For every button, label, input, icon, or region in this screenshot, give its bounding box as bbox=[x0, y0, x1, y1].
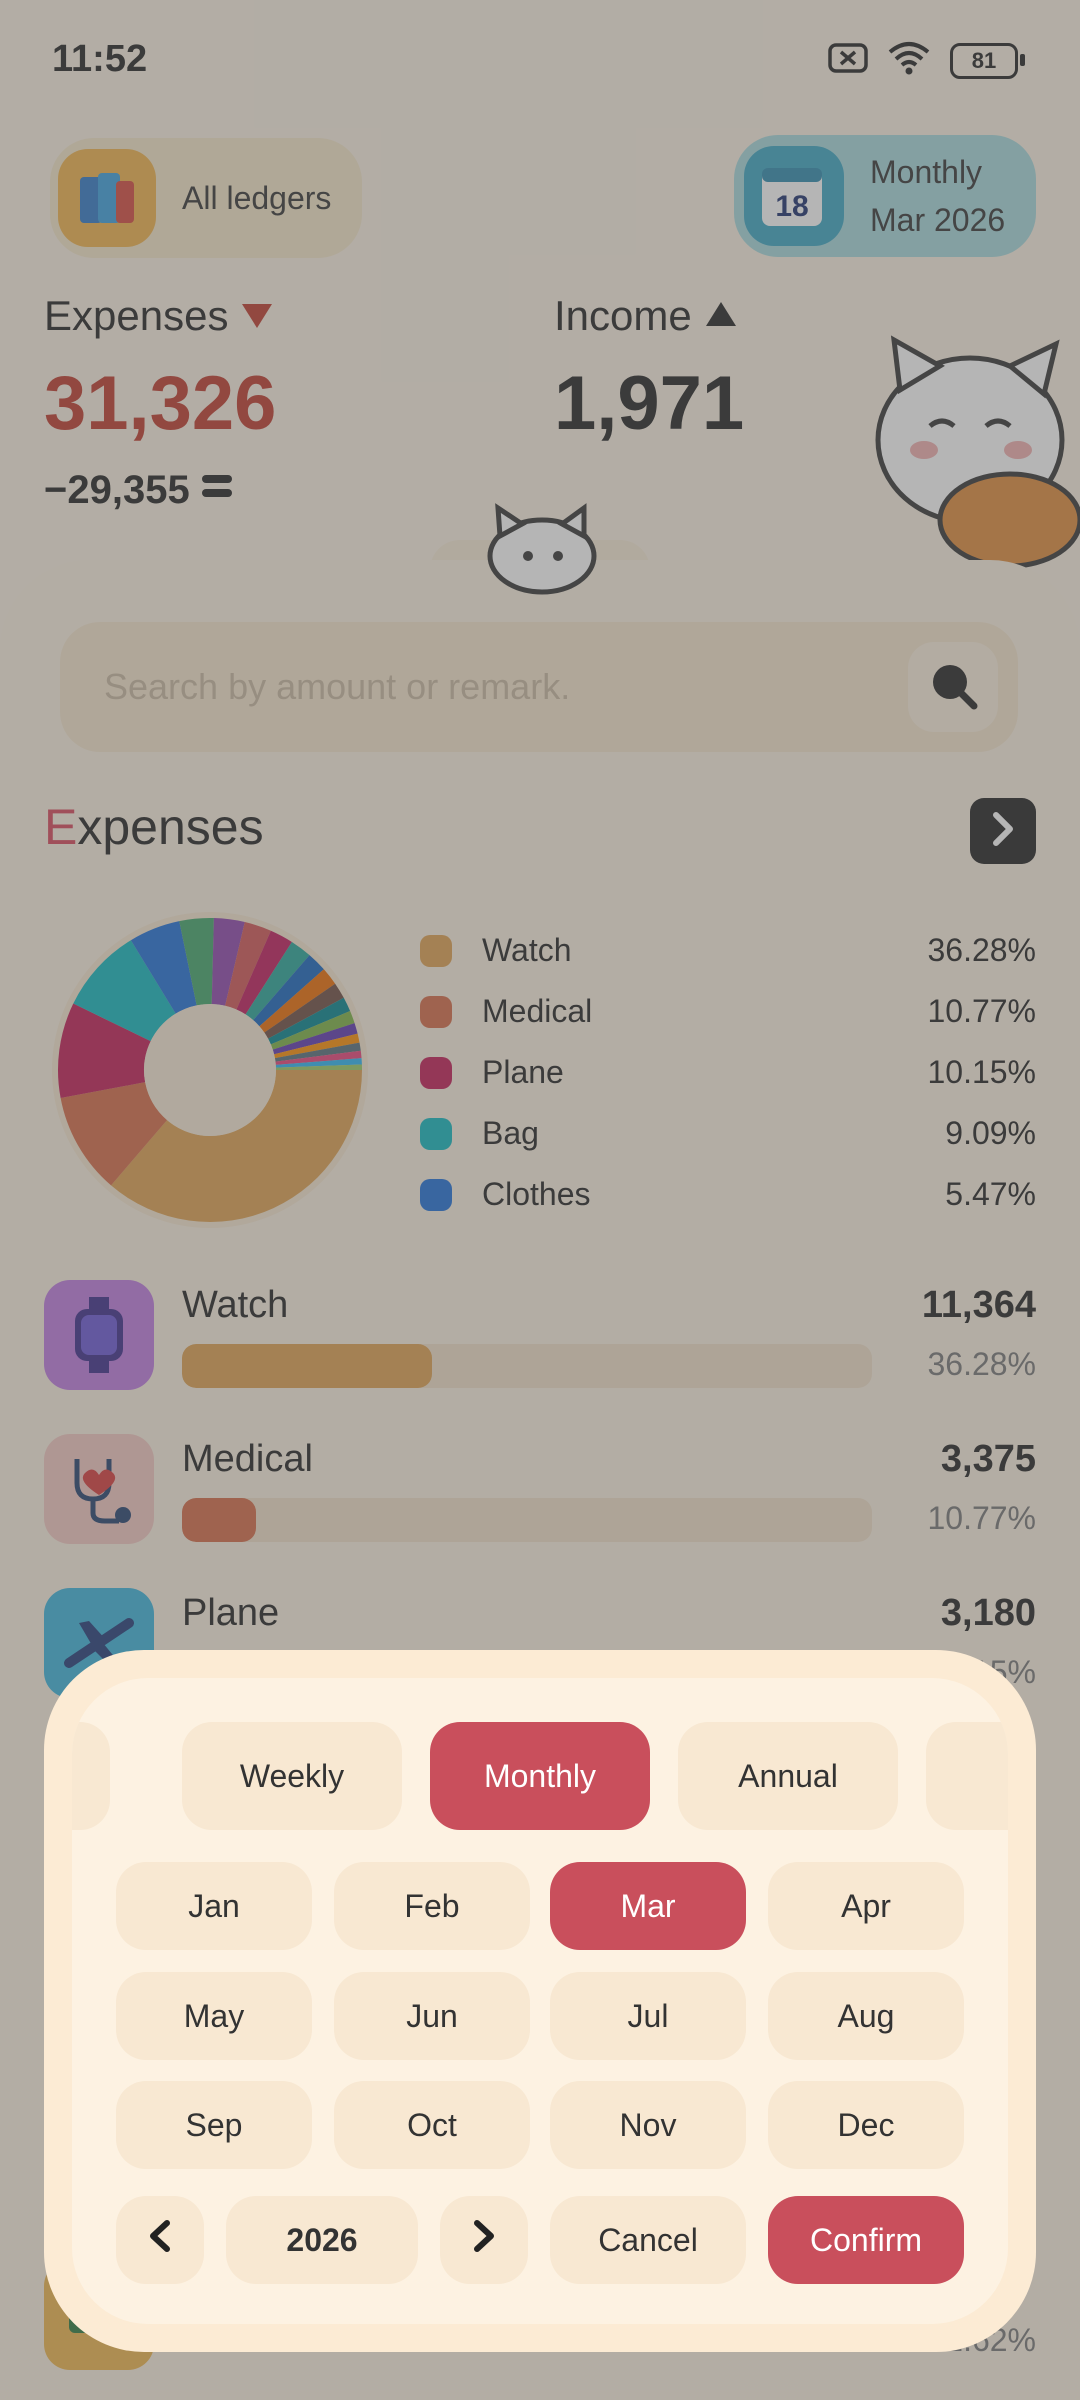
month-chip-nov[interactable]: Nov bbox=[550, 2081, 746, 2169]
confirm-button[interactable]: Confirm bbox=[768, 2196, 964, 2284]
month-chip-dec[interactable]: Dec bbox=[768, 2081, 964, 2169]
period-picker-panel: Weekly Monthly Annual Jan Feb Mar Apr Ma… bbox=[72, 1678, 1008, 2324]
next-year-button[interactable] bbox=[440, 2196, 528, 2284]
mode-chip-offscreen-left[interactable] bbox=[72, 1722, 110, 1830]
app-screen: 11:52 81 All ledgers 18 Monthly Mar 2026… bbox=[0, 0, 1080, 2400]
month-chip-apr[interactable]: Apr bbox=[768, 1862, 964, 1950]
month-chip-feb[interactable]: Feb bbox=[334, 1862, 530, 1950]
month-chip-jan[interactable]: Jan bbox=[116, 1862, 312, 1950]
month-chip-jun[interactable]: Jun bbox=[334, 1972, 530, 2060]
chevron-right-icon bbox=[471, 2219, 497, 2261]
mode-chip-offscreen-right[interactable] bbox=[926, 1722, 1008, 1830]
year-display: 2026 bbox=[226, 2196, 418, 2284]
month-chip-mar[interactable]: Mar bbox=[550, 1862, 746, 1950]
prev-year-button[interactable] bbox=[116, 2196, 204, 2284]
month-chip-aug[interactable]: Aug bbox=[768, 1972, 964, 2060]
mode-chip-weekly[interactable]: Weekly bbox=[182, 1722, 402, 1830]
month-chip-oct[interactable]: Oct bbox=[334, 2081, 530, 2169]
month-chip-jul[interactable]: Jul bbox=[550, 1972, 746, 2060]
mode-chip-monthly[interactable]: Monthly bbox=[430, 1722, 650, 1830]
cancel-button[interactable]: Cancel bbox=[550, 2196, 746, 2284]
mode-chip-annual[interactable]: Annual bbox=[678, 1722, 898, 1830]
month-chip-sep[interactable]: Sep bbox=[116, 2081, 312, 2169]
month-chip-may[interactable]: May bbox=[116, 1972, 312, 2060]
chevron-left-icon bbox=[147, 2219, 173, 2261]
